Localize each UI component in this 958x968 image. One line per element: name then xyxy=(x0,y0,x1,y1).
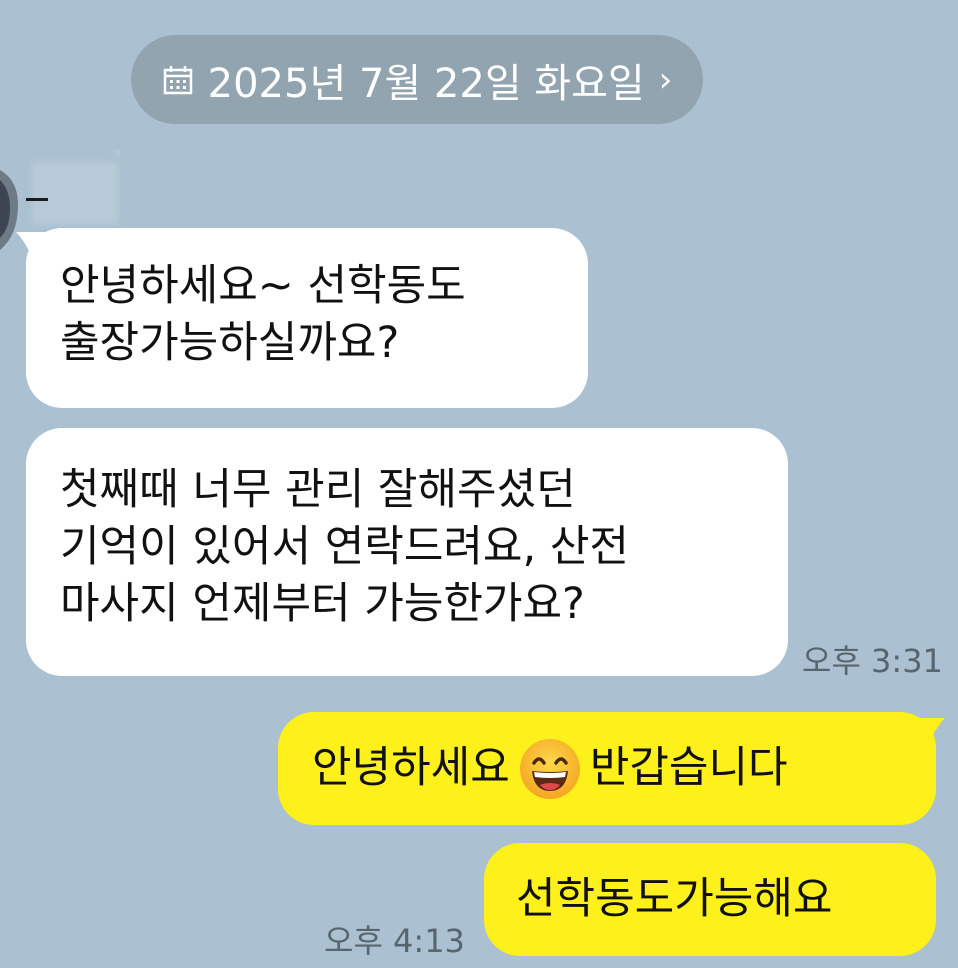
message-text: 첫째때 너무 관리 잘해주셨던 xyxy=(60,465,576,515)
message-bubble-received[interactable]: 첫째때 너무 관리 잘해주셨던 기억이 있어서 연락드려요, 산전 마사지 언제… xyxy=(26,428,788,676)
calendar-icon xyxy=(163,65,192,94)
message-timestamp: 오후 3:31 xyxy=(802,642,943,680)
message-text: 선학동도가능해요 xyxy=(516,874,833,924)
message-text: 안녕하세요 xyxy=(312,743,510,793)
message-timestamp: 오후 4:13 xyxy=(324,922,465,960)
date-divider-label: 2025년 7월 22일 화요일 xyxy=(207,60,645,107)
message-text: 안녕하세요~ 선학동도 xyxy=(60,261,466,311)
message-bubble-received[interactable]: 안녕하세요~ 선학동도 출장가능하실까요? xyxy=(26,228,588,408)
chevron-right-icon: › xyxy=(658,59,673,100)
message-text: 출장가능하실까요? xyxy=(60,318,400,368)
message-bubble-sent[interactable]: 선학동도가능해요 xyxy=(484,843,936,956)
message-text: 기억이 있어서 연락드려요, 산전 xyxy=(60,522,629,572)
message-text: 반갑습니다 xyxy=(589,743,788,793)
message-text: 마사지 언제부터 가능한가요? xyxy=(60,579,585,629)
date-divider-button[interactable]: 2025년 7월 22일 화요일 › xyxy=(131,35,703,124)
grinning-face-icon xyxy=(519,738,580,799)
message-bubble-sent[interactable]: 안녕하세요 반갑습니다 xyxy=(278,712,936,825)
